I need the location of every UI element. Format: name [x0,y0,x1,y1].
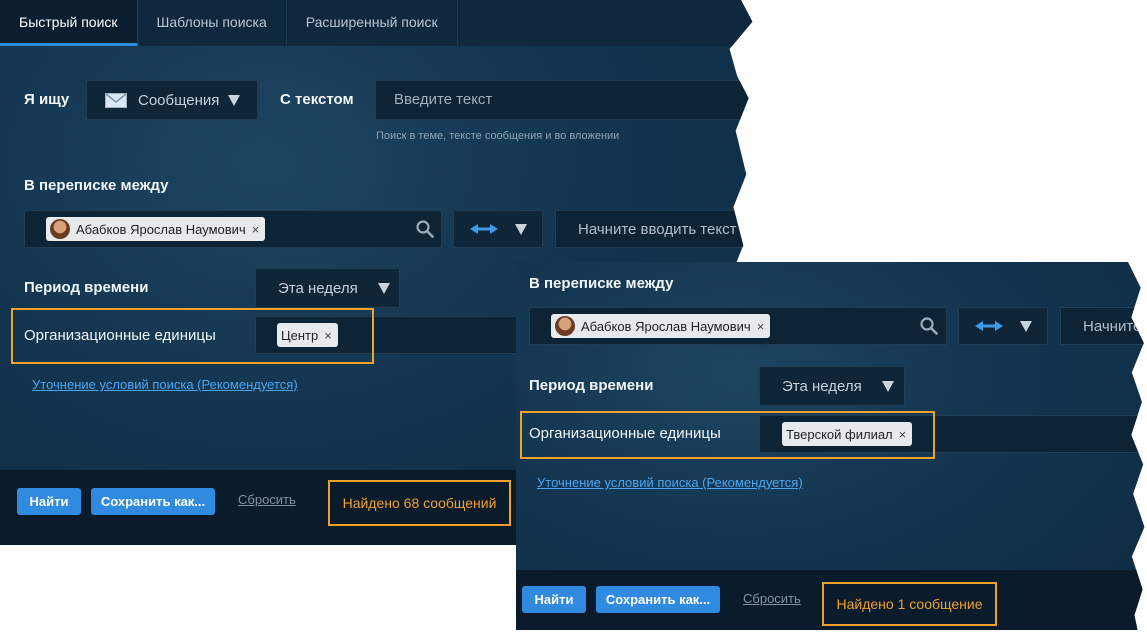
avatar [50,219,70,239]
tabs-filler [457,0,753,46]
search-icon[interactable] [920,317,938,335]
tab-advanced-search[interactable]: Расширенный поиск [286,0,458,46]
envelope-icon [105,92,127,108]
participant-name: Абабков Ярослав Наумович [76,221,246,237]
refine-search-link[interactable]: Уточнение условий поиска (Рекомендуется) [32,377,298,392]
chevron-down-icon [881,380,894,392]
participant-chip: Абабков Ярослав Наумович × [46,217,266,241]
participant-chip: Абабков Ярослав Наумович × [551,314,771,338]
avatar [555,316,575,336]
search-panel-tver: В переписке между Абабков Ярослав Наумов… [516,262,1145,630]
bidirectional-arrow-icon [470,224,498,234]
save-as-button[interactable]: Сохранить как... [596,586,720,613]
tab-quick-search[interactable]: Быстрый поиск [0,0,138,46]
refine-search-link[interactable]: Уточнение условий поиска (Рекомендуется) [537,475,803,490]
chevron-down-icon [515,223,527,235]
org-unit-chip-label: Центр [281,327,319,343]
with-text-label: С текстом [280,91,354,108]
second-participant-input[interactable]: Начните [1060,307,1145,345]
search-tabs: Быстрый поиск Шаблоны поиска Расширенный… [0,0,753,46]
save-as-button[interactable]: Сохранить как... [91,488,215,515]
find-button[interactable]: Найти [522,586,586,613]
org-unit-chip-label: Тверской филиал [786,426,893,442]
remove-chip-icon[interactable]: × [324,328,332,343]
remove-chip-icon[interactable]: × [252,222,260,237]
search-type-dropdown[interactable]: Сообщения [86,80,258,120]
org-units-label: Организационные единицы [24,327,216,344]
org-unit-chip: Тверской филиал × [782,422,913,446]
result-count: Найдено 68 сообщений [328,480,511,526]
result-count: Найдено 1 сообщение [822,582,997,626]
tab-search-templates[interactable]: Шаблоны поиска [137,0,287,46]
second-participant-input[interactable]: Начните вводить текст [555,210,753,248]
search-type-value: Сообщения [138,91,220,109]
text-hint: Поиск в теме, тексте сообщения и во влож… [376,130,620,142]
org-unit-chip: Центр × [277,323,338,347]
find-button[interactable]: Найти [17,488,81,515]
chevron-down-icon [1020,320,1032,332]
period-value: Эта неделя [782,377,862,395]
period-dropdown[interactable]: Эта неделя [759,366,905,406]
chevron-down-icon [377,282,390,294]
correspondence-label: В переписке между [24,177,169,194]
correspondence-label: В переписке между [529,275,674,292]
direction-dropdown[interactable] [453,210,543,248]
chevron-down-icon [228,94,241,106]
period-value: Эта неделя [278,279,358,297]
period-label: Период времени [529,377,654,394]
bidirectional-arrow-icon [975,321,1003,331]
direction-dropdown[interactable] [958,307,1048,345]
participant-name: Абабков Ярослав Наумович [581,318,751,334]
remove-chip-icon[interactable]: × [899,427,907,442]
reset-link[interactable]: Сбросить [743,591,801,606]
remove-chip-icon[interactable]: × [757,319,765,334]
org-units-label: Организационные единицы [529,425,721,442]
text-input[interactable]: Введите текст [375,80,753,120]
i-search-label: Я ищу [24,91,70,108]
reset-link[interactable]: Сбросить [238,492,296,507]
period-dropdown[interactable]: Эта неделя [255,268,400,308]
period-label: Период времени [24,279,149,296]
search-icon[interactable] [416,220,434,238]
